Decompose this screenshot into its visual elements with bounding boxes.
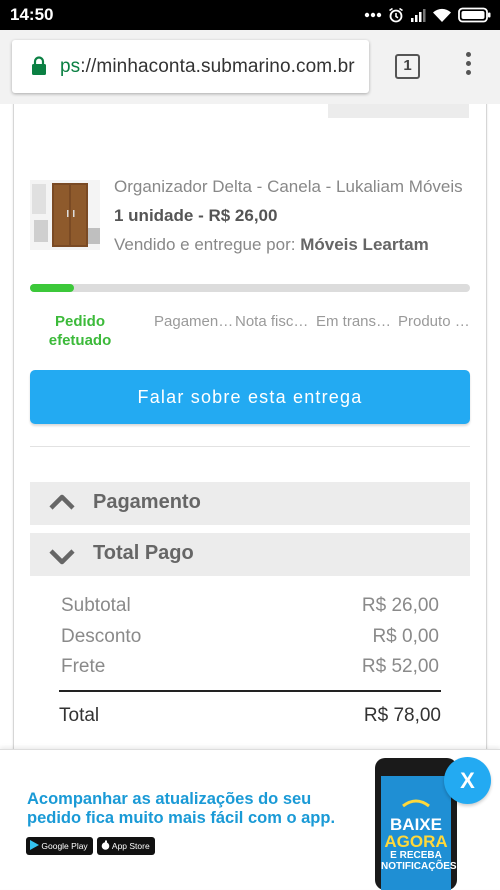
wifi-icon: [433, 8, 451, 22]
url-text: ps://minhaconta.submarino.com.br: [60, 56, 355, 78]
menu-dot-icon: [465, 61, 471, 66]
app-store-badge[interactable]: App Store: [97, 837, 155, 855]
banner-message: Acompanhar as atualizações do seu pedido…: [27, 790, 336, 827]
signal-icon: [411, 9, 426, 22]
phone-screen: BAIXE AGORA E RECEBA NOTIFICAÇÕES!: [381, 776, 460, 890]
frete-value: R$ 52,00: [361, 656, 439, 677]
section-divider: [30, 446, 470, 447]
close-banner-button[interactable]: X: [444, 757, 491, 804]
partial-status-tag: [328, 104, 469, 118]
battery-icon: [458, 7, 491, 23]
tab-switcher-button[interactable]: 1: [395, 54, 420, 79]
chevron-down-icon: [49, 549, 75, 565]
phone-text: BAIXE AGORA E RECEBA NOTIFICAÇÕES!: [381, 815, 460, 872]
app-download-banner[interactable]: Acompanhar as atualizações do seu pedido…: [0, 749, 500, 890]
product-seller: Vendido e entregue por: Móveis Leartam: [114, 235, 429, 255]
google-play-label: Google Play: [41, 841, 88, 851]
delivery-progress-bar: [30, 284, 470, 292]
google-play-icon: [30, 840, 39, 850]
step-pagamento: Pagamento aprovado: [154, 313, 234, 330]
menu-dot-icon: [465, 70, 471, 75]
more-notifications-icon: [364, 12, 382, 18]
alarm-icon: [389, 7, 403, 23]
phone-line-baixe: BAIXE: [390, 815, 442, 834]
app-logo-icon: [402, 799, 430, 808]
phone-line-receba: E RECEBA NOTIFICAÇÕES!: [381, 850, 460, 872]
subtotal-value: R$ 26,00: [361, 595, 439, 616]
google-play-badge[interactable]: Google Play: [26, 837, 93, 855]
accordion-total-pago-label: Total Pago: [93, 542, 194, 564]
total-value: R$ 78,00: [363, 705, 441, 726]
desconto-value: R$ 0,00: [372, 626, 439, 647]
seller-name[interactable]: Móveis Leartam: [300, 235, 429, 254]
delivery-progress-fill: [30, 284, 74, 292]
step-nota-fiscal: Nota fiscal emitida: [235, 313, 315, 330]
apple-icon: [101, 840, 110, 850]
talk-about-delivery-button[interactable]: Falar sobre esta entrega: [30, 370, 470, 424]
browser-menu-button[interactable]: [462, 52, 474, 82]
status-time: 14:50: [10, 5, 54, 24]
delivery-steps: Pedido efetuado Pagamento aprovado Nota …: [30, 312, 478, 352]
desconto-label: Desconto: [61, 626, 142, 647]
subtotal-label: Subtotal: [61, 595, 131, 616]
frete-row: Frete R$ 52,00: [61, 656, 439, 678]
menu-dot-icon: [465, 52, 471, 57]
total-label: Total: [59, 705, 100, 726]
total-divider: [59, 690, 441, 692]
status-bar: 14:50: [0, 0, 500, 30]
chevron-up-icon: [49, 494, 75, 510]
wardrobe-image-icon: [30, 180, 100, 250]
browser-toolbar: ps://minhaconta.submarino.com.br 1: [0, 30, 500, 104]
lock-icon: [32, 56, 46, 75]
product-image[interactable]: [30, 180, 100, 250]
status-icons: [364, 5, 492, 25]
step-produto-entregue: Produto entregue: [398, 313, 478, 330]
accordion-total-pago[interactable]: Total Pago: [30, 533, 470, 576]
address-bar[interactable]: ps://minhaconta.submarino.com.br: [12, 40, 369, 93]
desconto-row: Desconto R$ 0,00: [61, 626, 439, 648]
product-quantity-price: 1 unidade - R$ 26,00: [114, 206, 278, 225]
url-host: ://minhaconta.submarino.com.br: [80, 56, 355, 77]
app-store-label: App Store: [111, 841, 150, 851]
accordion-pagamento-label: Pagamento: [93, 491, 201, 513]
step-em-transporte: Em transporte: [316, 313, 396, 330]
seller-prefix: Vendido e entregue por:: [114, 235, 301, 254]
subtotal-row: Subtotal R$ 26,00: [61, 595, 439, 617]
step-pedido-efetuado: Pedido efetuado: [48, 313, 112, 349]
total-row: Total R$ 78,00: [59, 705, 441, 727]
accordion-pagamento[interactable]: Pagamento: [30, 482, 470, 525]
product-name[interactable]: Organizador Delta - Canela - Lukaliam Mó…: [114, 177, 470, 197]
phone-line-agora: AGORA: [384, 832, 448, 851]
url-scheme: ps: [60, 56, 81, 77]
frete-label: Frete: [61, 656, 106, 677]
